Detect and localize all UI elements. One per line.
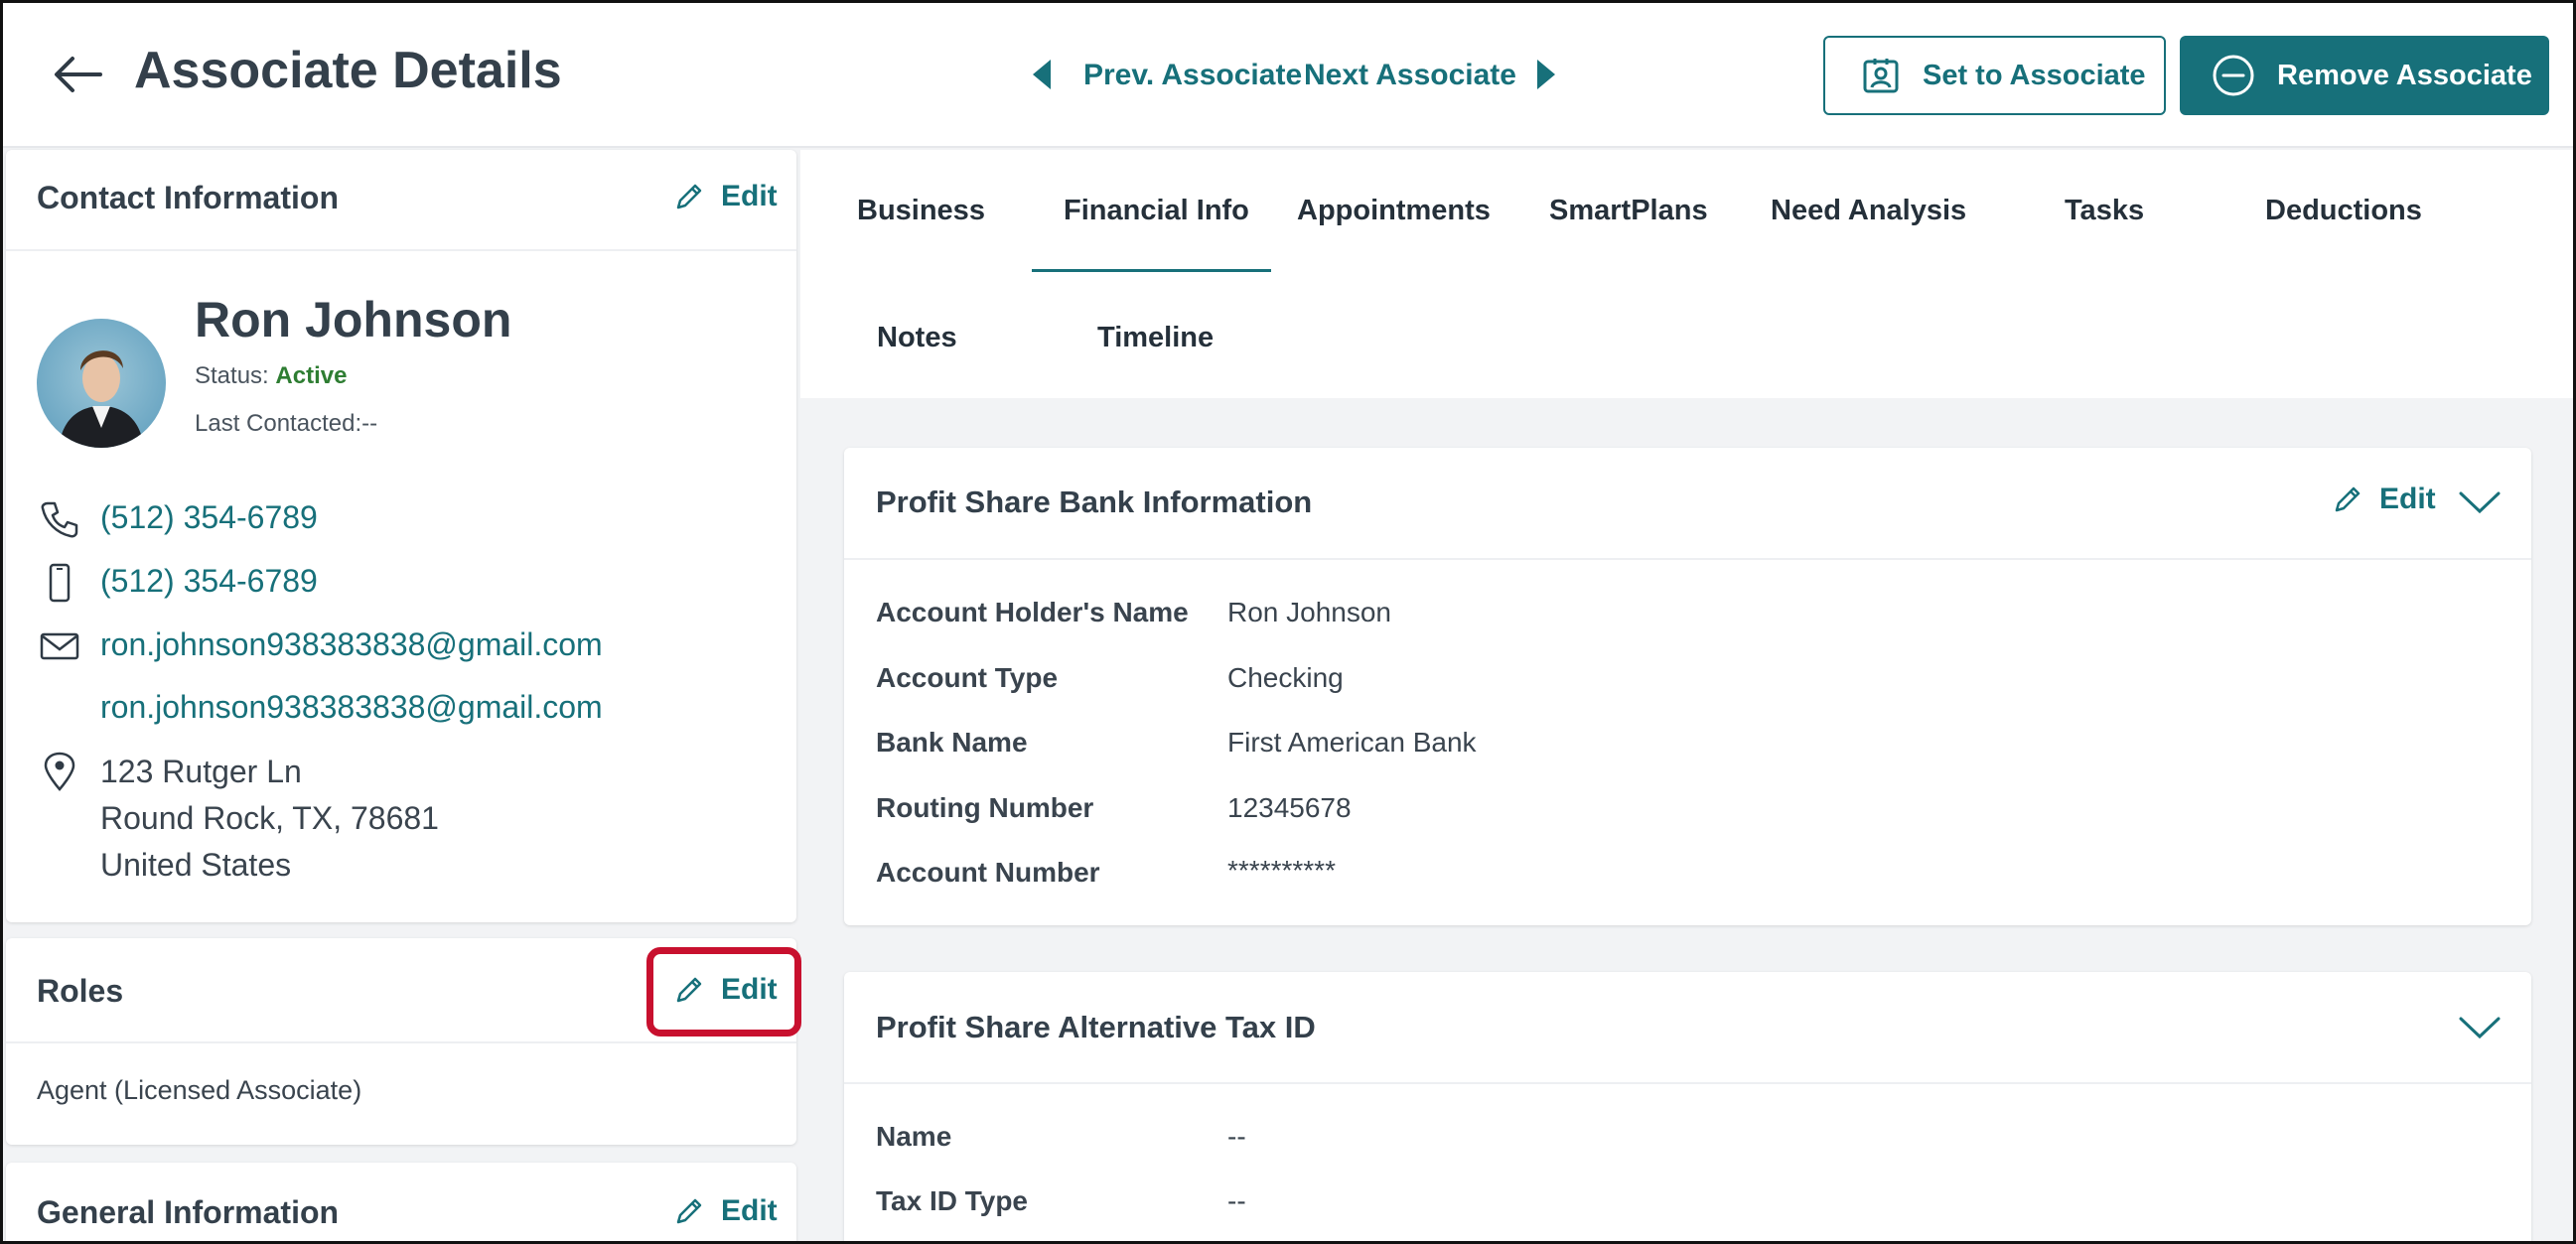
phone-link[interactable]: (512) 354-6789 <box>100 499 318 536</box>
address-line-3: United States <box>100 847 292 883</box>
pencil-icon <box>676 1198 702 1224</box>
field-value: 12345678 <box>1227 792 1352 823</box>
set-to-associate-label: Set to Associate <box>1923 59 2146 91</box>
email-link-secondary[interactable]: ron.johnson938383838@gmail.com <box>100 689 603 726</box>
tab-appointments[interactable]: Appointments <box>1297 195 1491 227</box>
tab-tasks[interactable]: Tasks <box>2065 195 2144 227</box>
tab-timeline[interactable]: Timeline <box>1097 322 1214 354</box>
status-line: Status: Active <box>195 362 347 390</box>
edit-highlight-annotation <box>646 947 801 1037</box>
field-label: Tax ID Type <box>876 1185 1029 1216</box>
field-value: Checking <box>1227 662 1344 693</box>
field-value: -- <box>1227 1185 1246 1216</box>
contact-information-card: Contact Information Edit Ron Johnson Sta… <box>6 150 796 922</box>
mobile-link[interactable]: (512) 354-6789 <box>100 563 318 600</box>
field-label: Name <box>876 1121 952 1152</box>
field-label: Routing Number <box>876 792 1094 823</box>
bank-information-title: Profit Share Bank Information <box>876 484 1313 519</box>
email-link-primary[interactable]: ron.johnson938383838@gmail.com <box>100 626 603 663</box>
field-label: Account Type <box>876 662 1059 693</box>
field-label: Account Holder's Name <box>876 597 1189 627</box>
page-title: Associate Details <box>134 42 562 99</box>
phone-icon <box>41 501 78 538</box>
avatar <box>37 319 166 448</box>
contact-edit-label: Edit <box>721 180 778 212</box>
tab-deductions[interactable]: Deductions <box>2265 195 2422 227</box>
chevron-down-icon[interactable] <box>2458 489 2502 515</box>
page-header: Associate Details Prev. Associate Next A… <box>3 3 2573 148</box>
bank-edit-button[interactable]: Edit <box>2332 483 2436 516</box>
field-value: ********** <box>1227 855 1336 886</box>
field-value: First American Bank <box>1227 727 1477 758</box>
person-photo-icon <box>59 350 144 448</box>
status-badge: Active <box>275 362 348 389</box>
person-badge-icon <box>1863 59 1899 93</box>
last-contacted: Last Contacted:-- <box>195 410 378 437</box>
tab-need-analysis[interactable]: Need Analysis <box>1771 195 1966 227</box>
divider <box>844 1082 2531 1084</box>
mobile-phone-icon <box>49 563 71 603</box>
address-line-2: Round Rock, TX, 78681 <box>100 800 439 836</box>
general-edit-button[interactable]: Edit <box>673 1194 778 1228</box>
tab-notes[interactable]: Notes <box>877 322 957 354</box>
associate-name: Ron Johnson <box>195 292 512 347</box>
tab-smartplans[interactable]: SmartPlans <box>1549 195 1708 227</box>
caret-left-icon[interactable] <box>1031 58 1053 91</box>
general-edit-label: Edit <box>721 1194 778 1227</box>
tab-bar <box>800 150 2573 398</box>
roles-title: Roles <box>37 973 124 1009</box>
tab-financial-info[interactable]: Financial Info <box>1064 195 1249 227</box>
remove-associate-button[interactable]: Remove Associate <box>2180 36 2549 115</box>
alternative-tax-id-title: Profit Share Alternative Tax ID <box>876 1010 1316 1044</box>
bank-information-card: Profit Share Bank Information Edit Accou… <box>844 448 2531 925</box>
divider <box>844 558 2531 560</box>
general-information-title: General Information <box>37 1194 340 1230</box>
prev-associate-link[interactable]: Prev. Associate <box>1083 59 1302 92</box>
location-pin-icon <box>44 752 75 791</box>
app-window: Associate Details Prev. Associate Next A… <box>0 0 2576 1244</box>
divider <box>6 249 796 251</box>
role-value: Agent (Licensed Associate) <box>37 1075 362 1105</box>
address-line-1: 123 Rutger Ln <box>100 754 302 789</box>
tab-business[interactable]: Business <box>857 195 985 227</box>
active-tab-indicator <box>1032 269 1271 272</box>
general-information-card: General Information Edit <box>6 1163 796 1241</box>
field-label: Bank Name <box>876 727 1028 758</box>
minus-circle-icon <box>2213 55 2254 96</box>
mail-icon <box>40 632 79 660</box>
contact-information-title: Contact Information <box>37 180 339 215</box>
caret-right-icon[interactable] <box>1535 58 1557 91</box>
chevron-down-icon[interactable] <box>2458 1015 2502 1040</box>
field-value: -- <box>1227 1121 1246 1152</box>
divider <box>6 1041 796 1043</box>
status-label: Status: <box>195 362 269 389</box>
back-arrow-icon[interactable] <box>53 55 102 94</box>
pencil-icon <box>2335 486 2361 512</box>
pencil-icon <box>676 184 702 209</box>
field-value: Ron Johnson <box>1227 597 1392 627</box>
next-associate-link[interactable]: Next Associate <box>1304 59 1516 92</box>
contact-edit-button[interactable]: Edit <box>673 180 778 213</box>
set-to-associate-button[interactable]: Set to Associate <box>1823 36 2166 115</box>
remove-associate-label: Remove Associate <box>2277 59 2532 91</box>
bank-edit-label: Edit <box>2379 483 2436 515</box>
alternative-tax-id-card: Profit Share Alternative Tax ID Name -- … <box>844 972 2531 1241</box>
field-label: Account Number <box>876 857 1100 888</box>
